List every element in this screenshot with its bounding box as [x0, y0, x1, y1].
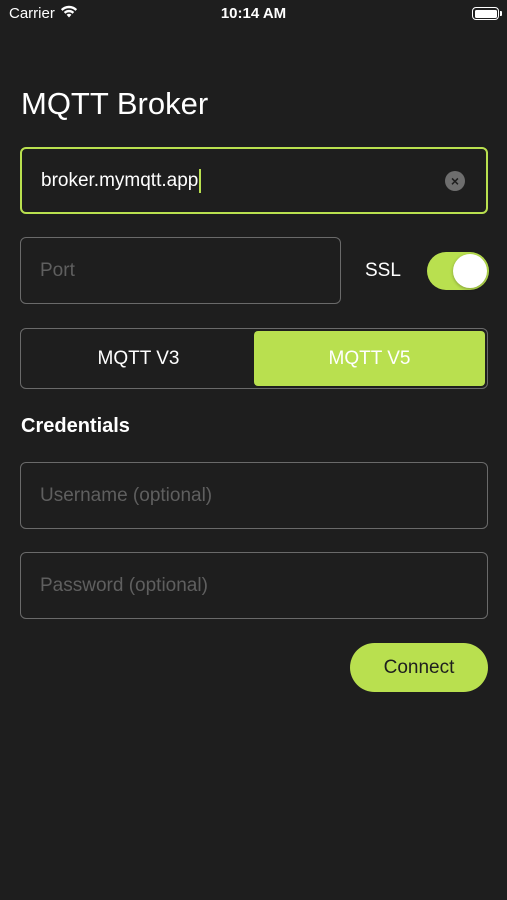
- broker-host-field[interactable]: broker.mymqtt.app ×: [20, 147, 488, 214]
- page-title: MQTT Broker: [21, 86, 209, 121]
- clear-circle-icon[interactable]: ×: [445, 170, 465, 191]
- password-input[interactable]: [40, 574, 487, 597]
- text-caret: [199, 168, 202, 193]
- port-field[interactable]: [20, 237, 341, 304]
- toggle-knob: [453, 254, 487, 288]
- battery-tip: [500, 11, 502, 16]
- battery-fill: [474, 9, 497, 18]
- ssl-toggle[interactable]: [427, 252, 489, 290]
- segment-mqtt-v3[interactable]: MQTT V3: [23, 331, 254, 386]
- port-input[interactable]: [40, 259, 340, 282]
- credentials-heading: Credentials: [21, 415, 130, 437]
- status-bar: Carrier 10:14 AM: [0, 0, 507, 28]
- connect-button[interactable]: Connect: [350, 643, 488, 692]
- username-field[interactable]: [20, 462, 488, 529]
- protocol-segmented-control: MQTT V3 MQTT V5: [20, 328, 488, 389]
- mqtt-broker-screen: Carrier 10:14 AM MQTT Broker broker.mymq…: [0, 0, 507, 900]
- password-field[interactable]: [20, 552, 488, 619]
- battery-icon: [472, 7, 502, 20]
- segment-mqtt-v5[interactable]: MQTT V5: [254, 331, 485, 386]
- broker-host-value[interactable]: broker.mymqtt.app: [41, 170, 198, 192]
- username-input[interactable]: [40, 484, 487, 507]
- ssl-label: SSL: [365, 260, 401, 281]
- status-time: 10:14 AM: [220, 5, 287, 22]
